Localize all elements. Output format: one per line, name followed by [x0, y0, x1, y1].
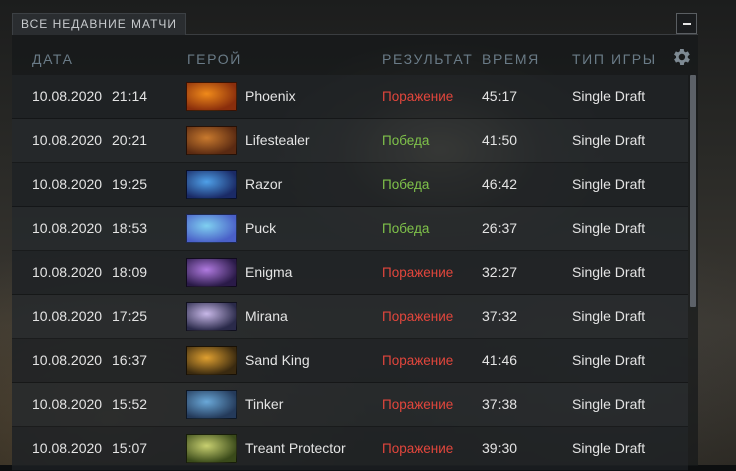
match-result: Поражение	[382, 353, 454, 368]
hero-name: Enigma	[245, 264, 293, 280]
hero-name: Sand King	[245, 352, 310, 368]
match-row[interactable]: 10.08.2020 21:14 Phoenix Поражение 45:17 Sing…	[12, 75, 688, 119]
match-result: Поражение	[382, 397, 454, 412]
match-game-type: Single Draft	[572, 220, 646, 236]
hero-name: Puck	[245, 220, 277, 236]
match-row[interactable]: 10.08.2020 15:52 Tinker Поражение 37:38 Singl…	[12, 383, 688, 427]
match-result: Поражение	[382, 265, 454, 280]
match-duration: 45:17	[482, 88, 518, 104]
minimize-button[interactable]	[676, 13, 697, 34]
hero-name: Phoenix	[245, 88, 296, 104]
gear-icon	[674, 49, 690, 65]
match-date: 10.08.2020	[32, 220, 103, 236]
panel-title: ВСЕ НЕДАВНИЕ МАТЧИ	[12, 13, 187, 35]
hero-portrait[interactable]	[186, 214, 237, 243]
settings-button[interactable]	[670, 46, 692, 68]
match-game-type: Single Draft	[572, 308, 646, 324]
match-duration: 46:42	[482, 176, 518, 192]
match-game-type: Single Draft	[572, 440, 646, 456]
match-duration: 37:32	[482, 308, 518, 324]
match-row[interactable]: 10.08.2020 15:07 Treant Protector Поражение…	[12, 427, 688, 471]
match-result: Победа	[382, 133, 430, 148]
match-row[interactable]: 10.08.2020 16:37 Sand King Поражение 41:46 Si…	[12, 339, 688, 383]
match-time: 21:14	[112, 88, 148, 104]
hero-name: Lifestealer	[245, 132, 310, 148]
match-duration: 32:27	[482, 264, 518, 280]
match-row[interactable]: 10.08.2020 19:25 Razor Победа 46:42 Single Dr…	[12, 163, 688, 207]
hero-portrait[interactable]	[186, 82, 237, 111]
match-result: Победа	[382, 177, 430, 192]
match-game-type: Single Draft	[572, 352, 646, 368]
match-duration: 39:30	[482, 440, 518, 456]
match-row[interactable]: 10.08.2020 18:53 Puck Победа 26:37 Single Dra…	[12, 207, 688, 251]
match-game-type: Single Draft	[572, 264, 646, 280]
match-duration: 37:38	[482, 396, 518, 412]
hero-name: Treant Protector	[245, 440, 346, 456]
match-result: Поражение	[382, 89, 454, 104]
match-time: 20:21	[112, 132, 148, 148]
match-game-type: Single Draft	[572, 88, 646, 104]
match-time: 15:52	[112, 396, 148, 412]
hero-portrait[interactable]	[186, 126, 237, 155]
hero-name: Tinker	[245, 396, 284, 412]
match-game-type: Single Draft	[572, 132, 646, 148]
hero-portrait[interactable]	[186, 346, 237, 375]
match-time: 15:07	[112, 440, 148, 456]
match-result: Победа	[382, 221, 430, 236]
match-duration: 26:37	[482, 220, 518, 236]
hero-portrait[interactable]	[186, 302, 237, 331]
match-duration: 41:50	[482, 132, 518, 148]
match-date: 10.08.2020	[32, 396, 103, 412]
match-date: 10.08.2020	[32, 440, 103, 456]
header-duration[interactable]: ВРЕМЯ	[482, 51, 540, 67]
match-game-type: Single Draft	[572, 396, 646, 412]
match-date: 10.08.2020	[32, 308, 103, 324]
hero-portrait[interactable]	[186, 434, 237, 463]
match-date: 10.08.2020	[32, 132, 103, 148]
minimize-icon	[683, 23, 691, 25]
match-result: Поражение	[382, 441, 454, 456]
match-time: 18:53	[112, 220, 148, 236]
match-list: 10.08.2020 21:14 Phoenix Поражение 45:17 Sing…	[12, 75, 688, 471]
header-date[interactable]: ДАТА	[32, 51, 74, 67]
match-date: 10.08.2020	[32, 88, 103, 104]
header-game-type[interactable]: ТИП ИГРЫ	[572, 51, 657, 67]
match-date: 10.08.2020	[32, 352, 103, 368]
match-date: 10.08.2020	[32, 176, 103, 192]
hero-name: Mirana	[245, 308, 288, 324]
match-time: 19:25	[112, 176, 148, 192]
match-row[interactable]: 10.08.2020 18:09 Enigma Поражение 32:27 Singl…	[12, 251, 688, 295]
hero-portrait[interactable]	[186, 258, 237, 287]
match-game-type: Single Draft	[572, 176, 646, 192]
header-result[interactable]: РЕЗУЛЬТАТ	[382, 51, 473, 67]
scrollbar[interactable]	[690, 75, 696, 307]
hero-portrait[interactable]	[186, 390, 237, 419]
match-row[interactable]: 10.08.2020 17:25 Mirana Поражение 37:32 Singl…	[12, 295, 688, 339]
match-time: 16:37	[112, 352, 148, 368]
match-row[interactable]: 10.08.2020 20:21 Lifestealer Победа 41:50 Sin…	[12, 119, 688, 163]
match-time: 17:25	[112, 308, 148, 324]
match-result: Поражение	[382, 309, 454, 324]
match-date: 10.08.2020	[32, 264, 103, 280]
header-hero[interactable]: ГЕРОЙ	[187, 51, 242, 67]
match-time: 18:09	[112, 264, 148, 280]
match-duration: 41:46	[482, 352, 518, 368]
hero-name: Razor	[245, 176, 283, 192]
hero-portrait[interactable]	[186, 170, 237, 199]
